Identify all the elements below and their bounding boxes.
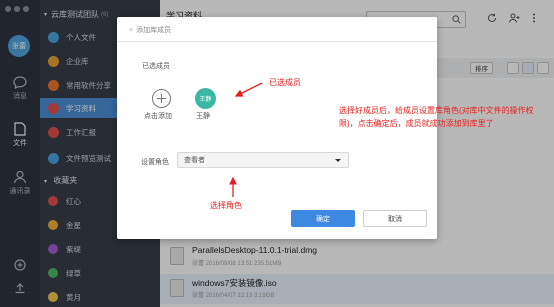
annotation-selected-members: 已选成员 <box>269 78 301 87</box>
annotation-instruction: 选择好成员后，给成员设置库角色(对库中文件的操作权限)，点击确定后，成员就成功添… <box>339 106 534 128</box>
arrow-selected-members <box>234 82 263 97</box>
annotation-arrows <box>229 82 263 197</box>
annotation-select-role: 选择角色 <box>210 201 242 210</box>
